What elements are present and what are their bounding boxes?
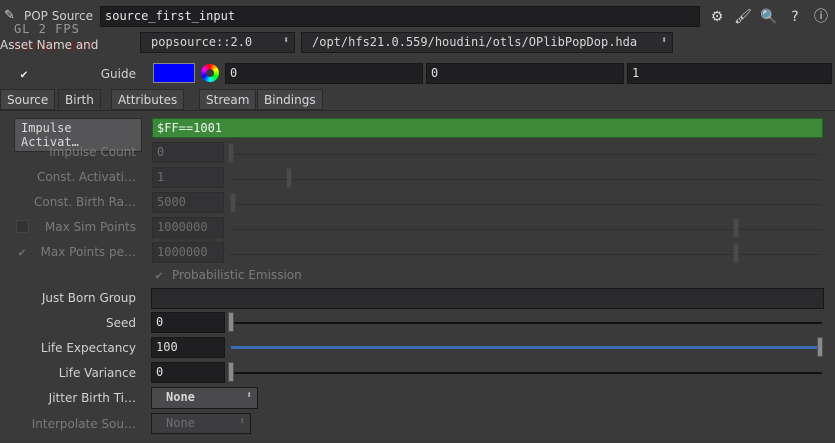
impulse-count-field: 0 bbox=[152, 142, 224, 163]
jitter-birth-time-combo[interactable]: None ⬍ bbox=[151, 387, 258, 409]
chevron-updown-icon: ⬍ bbox=[238, 416, 245, 427]
asset-path-combo[interactable]: /opt/hfs21.0.559/houdini/otls/OPlibPopDo… bbox=[301, 32, 673, 53]
max-points-per-field: 1000000 bbox=[152, 242, 224, 263]
const-birth-rate-slider-handle bbox=[230, 193, 236, 213]
jitter-birth-time-value: None bbox=[166, 390, 195, 404]
const-birth-rate-label: Const. Birth Ra… bbox=[34, 195, 136, 209]
gear-icon[interactable]: ⚙ bbox=[708, 8, 726, 26]
max-sim-points-label: Max Sim Points bbox=[44, 220, 136, 234]
impulse-count-slider-handle bbox=[228, 143, 234, 163]
impulse-count-slider bbox=[230, 153, 821, 155]
tab-attributes[interactable]: Attributes bbox=[111, 89, 185, 110]
brush-icon[interactable]: 🖌 bbox=[734, 8, 752, 26]
interpolate-source-label: Interpolate Sou… bbox=[31, 417, 136, 431]
interpolate-source-value: None bbox=[166, 416, 195, 430]
life-variance-slider-handle[interactable] bbox=[228, 362, 234, 382]
const-activation-slider-handle bbox=[286, 168, 292, 188]
just-born-group-field[interactable] bbox=[151, 288, 824, 309]
color-wheel-icon[interactable] bbox=[201, 64, 219, 82]
max-points-per-label: Max Points pe… bbox=[40, 245, 136, 259]
asset-version-value: popsource::2.0 bbox=[151, 35, 253, 49]
help-icon[interactable]: ? bbox=[786, 8, 804, 26]
life-expectancy-slider[interactable] bbox=[231, 346, 820, 349]
impulse-count-label: Impulse Count bbox=[49, 145, 136, 159]
asset-path-value: /opt/hfs21.0.559/houdini/otls/OPlibPopDo… bbox=[312, 35, 638, 49]
life-variance-slider[interactable] bbox=[231, 372, 822, 374]
tab-source[interactable]: Source bbox=[0, 89, 56, 110]
guide-value-3[interactable]: 1 bbox=[627, 63, 832, 84]
seed-field[interactable]: 0 bbox=[151, 312, 225, 333]
node-type-label: POP Source bbox=[24, 9, 93, 23]
just-born-group-label: Just Born Group bbox=[41, 291, 136, 305]
tab-bindings[interactable]: Bindings bbox=[257, 89, 323, 110]
tab-birth[interactable]: Birth bbox=[58, 89, 101, 110]
const-activation-label: Const. Activati… bbox=[36, 170, 136, 184]
guide-label: Guide bbox=[100, 67, 136, 81]
impulse-activation-field[interactable]: $FF==1001 bbox=[152, 118, 823, 138]
interpolate-source-combo: None ⬍ bbox=[151, 413, 251, 434]
const-birth-rate-field: 5000 bbox=[152, 192, 224, 213]
max-sim-points-field: 1000000 bbox=[152, 217, 224, 238]
chevron-updown-icon: ⬍ bbox=[660, 35, 667, 46]
max-sim-points-slider-handle bbox=[733, 218, 739, 238]
search-icon[interactable]: 🔍 bbox=[760, 8, 778, 26]
tab-divider bbox=[0, 110, 835, 111]
guide-color-swatch[interactable] bbox=[153, 63, 195, 83]
info-icon[interactable]: ⓘ bbox=[812, 8, 830, 26]
life-expectancy-slider-handle[interactable] bbox=[817, 337, 823, 357]
life-variance-field[interactable]: 0 bbox=[151, 362, 225, 383]
guide-checkbox[interactable]: ✔ bbox=[17, 67, 31, 81]
seed-slider-handle[interactable] bbox=[228, 312, 234, 332]
life-expectancy-label: Life Expectancy bbox=[40, 341, 136, 355]
fps-overlay: GL 2 FPS bbox=[14, 22, 80, 36]
asset-version-combo[interactable]: popsource::2.0 ⬍ bbox=[140, 32, 295, 53]
seed-slider[interactable] bbox=[231, 322, 822, 324]
tab-stream[interactable]: Stream bbox=[199, 89, 257, 110]
const-activation-field: 1 bbox=[152, 167, 224, 188]
chevron-updown-icon: ⬍ bbox=[282, 35, 289, 46]
node-name-field[interactable]: source_first_input bbox=[100, 6, 700, 27]
jitter-birth-time-label: Jitter Birth Ti… bbox=[48, 391, 136, 405]
const-activation-slider bbox=[230, 178, 821, 180]
chevron-updown-icon: ⬍ bbox=[245, 390, 252, 401]
life-variance-label: Life Variance bbox=[58, 366, 136, 380]
seed-label: Seed bbox=[106, 316, 136, 330]
guide-value-2[interactable]: 0 bbox=[426, 63, 624, 84]
probabilistic-emission-checkbox: ✔ bbox=[155, 268, 163, 282]
asset-name-label: Asset Name and bbox=[0, 38, 99, 52]
guide-value-1[interactable]: 0 bbox=[225, 63, 423, 84]
life-expectancy-field[interactable]: 100 bbox=[151, 337, 225, 358]
max-points-per-slider-handle bbox=[733, 243, 739, 263]
const-birth-rate-slider bbox=[230, 203, 821, 205]
probabilistic-emission-label: Probabilistic Emission bbox=[172, 268, 302, 282]
